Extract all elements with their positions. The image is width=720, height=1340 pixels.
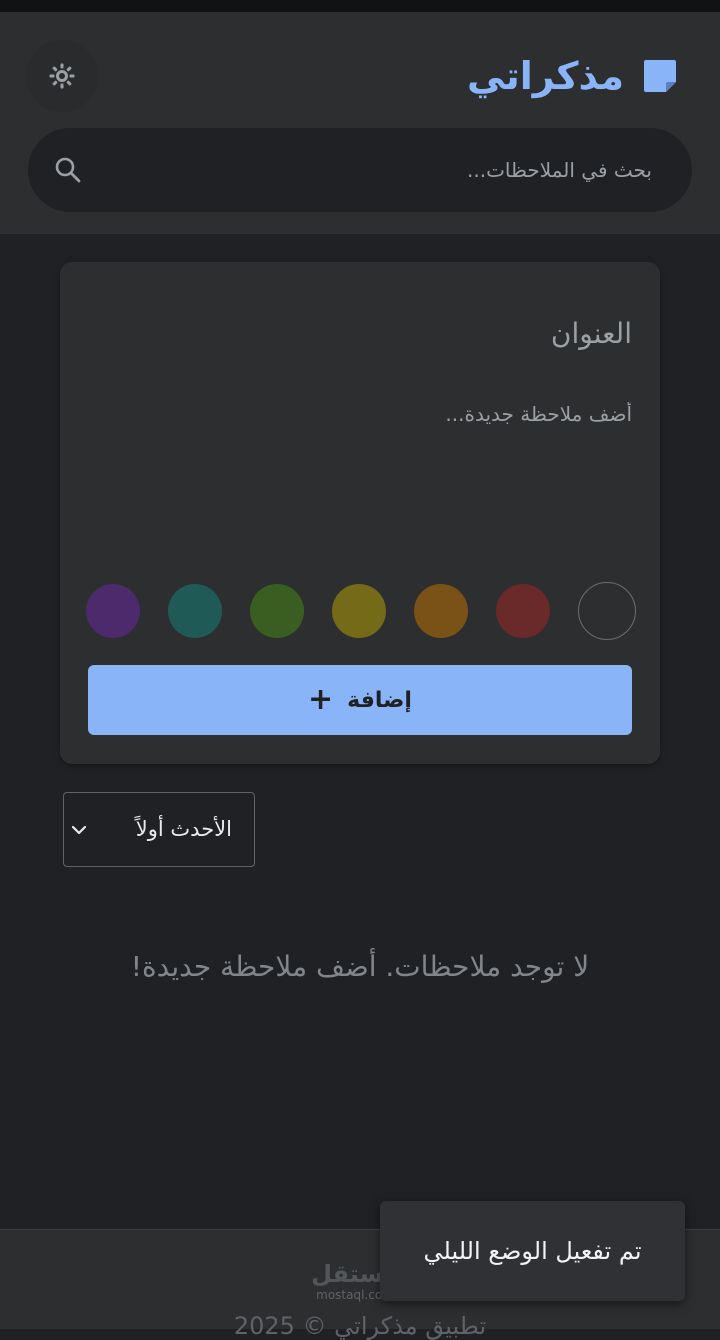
color-swatch-orange[interactable] — [414, 584, 468, 638]
chevron-down-icon — [71, 825, 87, 835]
note-content-input[interactable] — [92, 402, 632, 552]
color-swatch-green[interactable] — [250, 584, 304, 638]
app-header: مذكراتي — [0, 12, 720, 234]
toast-notification: تم تفعيل الوضع الليلي — [380, 1201, 685, 1301]
brand: مذكراتي — [467, 46, 680, 106]
status-strip — [0, 0, 720, 12]
sun-icon — [49, 63, 75, 89]
toast-message: تم تفعيل الوضع الليلي — [423, 1237, 642, 1265]
color-swatch-teal[interactable] — [168, 584, 222, 638]
search-icon[interactable] — [54, 156, 82, 184]
sort-selected-value: الأحدث أولاً — [135, 817, 232, 841]
search-bar — [28, 128, 692, 212]
color-swatch-purple[interactable] — [86, 584, 140, 638]
plus-icon: + — [308, 682, 334, 717]
empty-notes-message: لا توجد ملاحظات. أضف ملاحظة جديدة! — [130, 950, 590, 983]
color-swatch-default[interactable] — [578, 582, 636, 640]
color-swatch-yellow[interactable] — [332, 584, 386, 638]
color-swatch-red[interactable] — [496, 584, 550, 638]
add-note-button[interactable]: إضافة + — [88, 665, 632, 735]
search-input[interactable] — [132, 128, 652, 212]
copyright-text: تطبيق مذكراتي © 2025 — [233, 1312, 487, 1340]
note-title-input[interactable] — [92, 308, 632, 358]
app-title: مذكراتي — [467, 54, 624, 98]
add-button-label: إضافة — [347, 687, 412, 713]
theme-toggle-button[interactable] — [26, 40, 98, 112]
sort-select[interactable]: الأحدث أولاً — [63, 792, 255, 867]
sticky-note-icon — [644, 60, 676, 92]
new-note-form: إضافة + — [60, 262, 660, 764]
